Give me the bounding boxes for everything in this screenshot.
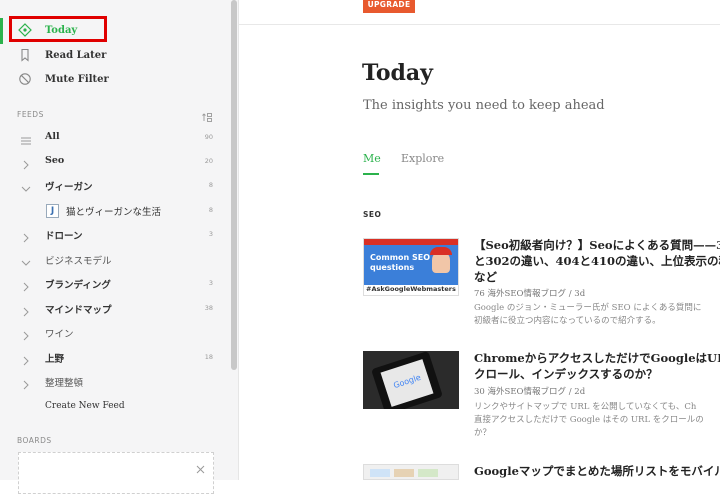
- feed-favicon-icon: J: [46, 204, 59, 218]
- sidebar-scrollbar[interactable]: [230, 0, 238, 480]
- feeds-header: FEEDS: [17, 110, 44, 119]
- tab-explore[interactable]: Explore: [401, 152, 444, 165]
- feed-count: 38: [204, 304, 213, 312]
- feed-count: 90: [204, 133, 213, 141]
- snippet-line: リンクやサイトマップで URL を公開していなくても、Ch: [474, 402, 697, 412]
- upgrade-button[interactable]: UPGRADE: [363, 0, 415, 13]
- bookmark-icon: [18, 48, 32, 62]
- article-title[interactable]: ChromeからアクセスしただけでGoogleはURLを クロール、インデックス…: [474, 350, 720, 382]
- highlight-annotation: [9, 16, 107, 42]
- feed-label: 上野: [45, 354, 65, 365]
- feed-label: マインドマップ: [45, 305, 112, 316]
- chevron-right-icon[interactable]: [20, 278, 32, 292]
- feed-mindmap[interactable]: マインドマップ 38: [0, 297, 230, 321]
- feed-all[interactable]: All 90: [0, 126, 230, 150]
- feed-count: 18: [204, 353, 213, 361]
- feed-cat-vegan[interactable]: J 猫とヴィーガンな生活 8: [0, 199, 230, 223]
- nav-read-later[interactable]: Read Later: [0, 43, 230, 67]
- chevron-right-icon[interactable]: [20, 327, 32, 341]
- board-card[interactable]: [18, 452, 214, 494]
- chevron-right-icon[interactable]: [20, 303, 32, 317]
- feed-label: ヴィーガン: [45, 182, 93, 193]
- nav-read-later-label: Read Later: [45, 49, 107, 61]
- boards-header: BOARDS: [17, 436, 52, 445]
- feed-label: 整理整頓: [45, 378, 84, 389]
- divider: [238, 0, 239, 480]
- header-divider: [239, 24, 720, 25]
- thumb-text: questions: [370, 263, 415, 272]
- feed-count: 3: [208, 230, 213, 238]
- page-title: Today: [362, 60, 433, 86]
- feed-label: All: [45, 131, 60, 142]
- chevron-right-icon[interactable]: [20, 376, 32, 390]
- feed-count: 3: [208, 279, 213, 287]
- feed-label: Seo: [45, 155, 65, 166]
- feed-ueno[interactable]: 上野 18: [0, 346, 230, 370]
- sort-icon[interactable]: [202, 108, 213, 127]
- nav-mute-filter-label: Mute Filter: [45, 73, 109, 85]
- article-meta: 76 海外SEO情報ブログ / 3d: [474, 289, 586, 299]
- feed-count: 8: [208, 206, 213, 214]
- feed-business-model[interactable]: ビジネスモデル: [0, 248, 230, 272]
- article-title-line: Googleマップでまとめた場所リストをモバイル: [474, 464, 720, 478]
- article-thumbnail[interactable]: Common SEO questions #AskGoogleWebmaster…: [363, 238, 459, 296]
- create-new-feed-link[interactable]: Create New Feed: [45, 401, 125, 411]
- page-subtitle: The insights you need to keep ahead: [363, 98, 605, 113]
- scrollbar-thumb[interactable]: [231, 0, 237, 370]
- feed-vegan[interactable]: ヴィーガン 8: [0, 174, 230, 198]
- feed-count: 20: [204, 157, 213, 165]
- snippet-line: 直接アクセスしただけで Google はその URL をクロールの: [474, 415, 704, 425]
- feed-drone[interactable]: ドローン 3: [0, 223, 230, 247]
- article-title-line: 【Seo初級者向け？】Seoによくある質問——301: [474, 238, 720, 252]
- thumb-hashtag: #AskGoogleWebmasters: [366, 285, 456, 293]
- nav-mute-filter[interactable]: Mute Filter: [0, 67, 230, 91]
- snippet-line: か？: [474, 428, 492, 438]
- chevron-right-icon[interactable]: [20, 229, 32, 243]
- snippet-line: Google のジョン・ミューラー氏が SEO によくある質問に: [474, 303, 702, 313]
- list-icon: [20, 132, 32, 145]
- feed-label: 猫とヴィーガンな生活: [66, 207, 162, 218]
- feed-wine[interactable]: ワイン: [0, 321, 230, 345]
- article-title-line: クロール、インデックスするのか？: [474, 367, 658, 381]
- article-snippet: リンクやサイトマップで URL を公開していなくても、Ch 直接アクセスしただけ…: [474, 401, 704, 440]
- article-title-line: など: [474, 270, 497, 284]
- feed-label: ブランディング: [45, 280, 111, 291]
- close-icon[interactable]: [196, 459, 205, 478]
- article-thumbnail[interactable]: [363, 464, 459, 480]
- article-title[interactable]: 【Seo初級者向け？】Seoによくある質問——301 と302の違い、404と4…: [474, 237, 720, 285]
- article-title[interactable]: Googleマップでまとめた場所リストをモバイル: [474, 463, 720, 479]
- chevron-down-icon[interactable]: [20, 180, 32, 192]
- tab-me[interactable]: Me: [363, 152, 381, 165]
- feed-seo[interactable]: Seo 20: [0, 150, 230, 174]
- article-title-line: ChromeからアクセスしただけでGoogleはURLを: [474, 351, 720, 365]
- feed-label: ビジネスモデル: [45, 256, 112, 267]
- article-meta: 30 海外SEO情報ブログ / 2d: [474, 387, 586, 397]
- chevron-down-icon[interactable]: [20, 254, 32, 266]
- tab-active-underline: [363, 173, 379, 175]
- feed-label: ワイン: [45, 329, 74, 340]
- mute-icon: [18, 72, 32, 86]
- feed-branding[interactable]: ブランディング 3: [0, 272, 230, 296]
- chevron-right-icon[interactable]: [20, 352, 32, 366]
- feed-label: ドローン: [45, 231, 83, 242]
- sidebar: Today Read Later Mute Filter FEEDS All 9…: [0, 0, 230, 494]
- article-snippet: Google のジョン・ミューラー氏が SEO によくある質問に 初級者に役立つ…: [474, 302, 701, 328]
- chevron-right-icon[interactable]: [20, 156, 32, 170]
- article-title-line: と302の違い、404と410の違い、上位表示の秘訣: [474, 254, 720, 268]
- section-label: SEO: [363, 210, 382, 219]
- snippet-line: 初級者に役立つ内容になっているので紹介する。: [474, 316, 661, 326]
- thumb-text: Common SEO: [370, 253, 431, 262]
- article-thumbnail[interactable]: Google: [363, 351, 459, 409]
- feed-count: 8: [208, 181, 213, 189]
- feed-organize[interactable]: 整理整頓: [0, 370, 230, 394]
